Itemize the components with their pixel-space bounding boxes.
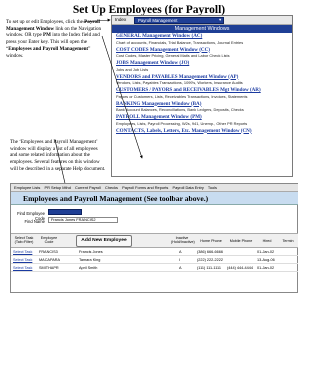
row-task-link[interactable]: Select Task <box>13 249 32 256</box>
row-name: Tamara King <box>79 258 101 262</box>
window-toolbar: Employee Lists PR Setup Mthd Current Pay… <box>11 184 298 192</box>
menu-item-payroll[interactable]: PAYROLL Management Window (PM) Employees,… <box>112 114 292 128</box>
row-code: MACAPARA <box>39 258 61 262</box>
employee-grid-header: Select Task (Tab=Filter) Employee Code A… <box>11 233 298 248</box>
row-mobile-phone: (444) 444-4444 <box>227 266 253 270</box>
row-inactive: I <box>179 258 181 262</box>
col-termin: Termin <box>282 239 294 243</box>
menu-item-contacts[interactable]: CONTACTS, Labels, Letters, Etc. Manageme… <box>112 128 292 142</box>
row-hired: 13-Aug-06 <box>257 258 275 262</box>
toolbar-tools[interactable]: Tools <box>208 184 217 191</box>
find-name-label: Find Name <box>24 219 45 224</box>
toolbar-current-payroll[interactable]: Current Payroll <box>75 184 101 191</box>
index-label: Index <box>115 17 127 22</box>
management-windows-header: Management Windows <box>112 25 292 33</box>
index-value: Payroll Management <box>138 18 178 23</box>
row-name: April Smith <box>79 266 98 270</box>
toolbar-checks[interactable]: Checks <box>105 184 118 191</box>
menu-item-desc: Jobs and Job Lists <box>116 66 149 72</box>
col-inactive: Inactive (Hold/Inactive) <box>171 236 195 245</box>
toolbar-forms-reports[interactable]: Payroll Forms and Reports <box>122 184 168 191</box>
window-title: Employees and Payroll Management (See to… <box>11 192 298 205</box>
employees-payroll-window: Employee Lists PR Setup Mthd Current Pay… <box>10 183 298 293</box>
toolbar-employee-lists[interactable]: Employee Lists <box>14 184 40 191</box>
chevron-down-icon: ▼ <box>218 18 222 22</box>
menu-item-desc: Payors or Customers, Lists, Receivables … <box>116 93 248 99</box>
col-employee-code: Employee Code <box>40 236 58 245</box>
row-home-phone: (386) 666-6666 <box>197 250 223 254</box>
row-code: SMITHAPR <box>39 266 59 270</box>
menu-item-desc: Employees, Lists, Payroll Processing, W2… <box>116 120 248 126</box>
table-row[interactable]: Select Task FRANCIS3 Francis Jones A (38… <box>11 249 298 256</box>
menu-item-customers[interactable]: CUSTOMERS / PAYORS and RECEIVABLES Mgt W… <box>112 87 292 101</box>
col-mobile-phone: Mobile Phone <box>229 239 253 243</box>
menu-item-jobs[interactable]: JOBS Management Window (JO) Jobs and Job … <box>112 60 292 74</box>
col-hired: Hired <box>262 239 272 243</box>
index-row: Index Payroll Management ▼ <box>112 16 292 25</box>
row-name: Francis Jones <box>79 250 103 254</box>
find-name-input[interactable]: Francis Jones FRANCIS2 <box>48 217 118 223</box>
menu-item-vendors[interactable]: VENDORS and PAYABLES Management Window (… <box>112 74 292 88</box>
menu-item-desc: Bank Account Balances, Reconciliations, … <box>116 107 244 112</box>
row-home-phone: (222) 222-2222 <box>197 258 223 262</box>
menu-item-title[interactable]: CONTACTS, Labels, Letters, Etc. Manageme… <box>116 128 292 135</box>
row-hired: 01-Jan-02 <box>257 266 275 270</box>
toolbar-pr-setup[interactable]: PR Setup Mthd <box>44 184 70 191</box>
row-task-link[interactable]: Select Task <box>13 257 32 264</box>
toolbar-data-entry[interactable]: Payroll Data Entry <box>172 184 203 191</box>
menu-item-cost-codes[interactable]: COST CODES Management Window (CC) Cost Co… <box>112 47 292 61</box>
table-row[interactable]: Select Task MACAPARA Tamara King I (222)… <box>11 257 298 264</box>
add-employee-button[interactable]: Add New Employee <box>76 235 132 247</box>
row-code: FRANCIS3 <box>39 250 58 254</box>
index-select[interactable]: Payroll Management ▼ <box>134 17 224 24</box>
menu-item-banking[interactable]: BANKING Management Window (BA) Bank Accou… <box>112 101 292 115</box>
management-windows-list: GENERAL Management Window (AC) Chart of a… <box>112 33 292 141</box>
menu-item-desc: Cost Codes, Master Pricing, General Matl… <box>116 53 230 58</box>
col-select-task: Select Task (Tab=Filter) <box>14 236 34 245</box>
menu-item-desc: Chart of accounts, Financials, Trial Bal… <box>116 39 244 45</box>
menu-item-general[interactable]: GENERAL Management Window (AC) Chart of a… <box>112 33 292 47</box>
row-inactive: A <box>179 266 182 270</box>
window-description: The ‘Employees and Payroll Management’ w… <box>10 139 106 172</box>
row-hired: 01-Jan-02 <box>257 250 275 254</box>
table-row[interactable]: Select Task SMITHAPR April Smith A (111)… <box>11 265 298 272</box>
col-home-phone: Home Phone <box>200 239 222 243</box>
menu-item-desc: Vendors, Lists, Payables Transactions, 1… <box>116 80 243 85</box>
intro-text: To set up or edit Employees, click the P… <box>6 19 102 59</box>
find-code-input[interactable] <box>48 209 82 215</box>
management-windows-panel: Index Payroll Management ▼ Management Wi… <box>111 15 293 177</box>
row-inactive: A <box>179 250 182 254</box>
row-home-phone: (111) 111-1111 <box>197 266 221 270</box>
row-task-link[interactable]: Select Task <box>13 265 32 272</box>
